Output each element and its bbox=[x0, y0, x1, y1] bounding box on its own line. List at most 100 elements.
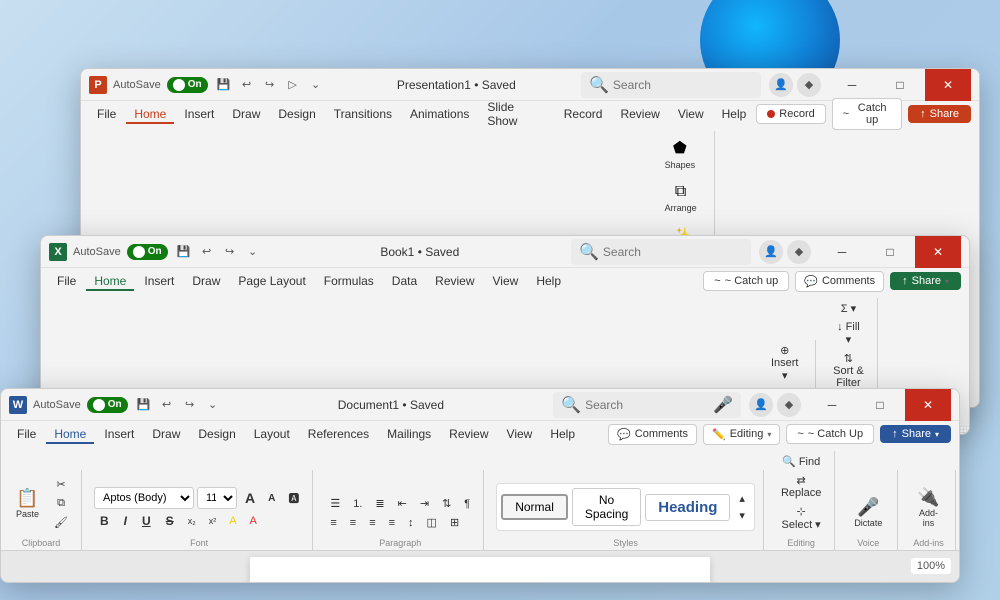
word-cut-btn[interactable]: ✂ bbox=[49, 476, 73, 493]
excel-menu-pagelayout[interactable]: Page Layout bbox=[230, 271, 313, 291]
word-menu-help[interactable]: Help bbox=[542, 424, 583, 444]
word-fontsize-select[interactable]: 11 bbox=[197, 487, 237, 509]
word-menu-draw[interactable]: Draw bbox=[144, 424, 188, 444]
word-menu-references[interactable]: References bbox=[300, 424, 377, 444]
word-menu-insert[interactable]: Insert bbox=[96, 424, 142, 444]
word-justify-btn[interactable]: ≡ bbox=[384, 515, 400, 531]
word-editing-btn[interactable]: ✏️ Editing ▾ bbox=[703, 424, 780, 445]
word-right-align-btn[interactable]: ≡ bbox=[364, 515, 380, 531]
word-style-nospacing[interactable]: No Spacing bbox=[572, 488, 641, 526]
ppt-menu-view[interactable]: View bbox=[670, 104, 712, 124]
excel-search-bar[interactable]: 🔍 bbox=[571, 239, 751, 265]
ppt-menu-transitions[interactable]: Transitions bbox=[326, 104, 400, 124]
excel-menu-home[interactable]: Home bbox=[86, 271, 134, 291]
excel-share-btn[interactable]: ↑ Share ▾ bbox=[890, 272, 961, 290]
word-decrease-indent-btn[interactable]: ⇤ bbox=[393, 495, 412, 512]
word-italic-btn[interactable]: I bbox=[118, 511, 133, 531]
excel-sum-btn[interactable]: Σ ▾ bbox=[828, 300, 869, 317]
word-numbering-btn[interactable]: 1. bbox=[348, 496, 367, 512]
word-styles-down-btn[interactable]: ▾ bbox=[734, 507, 750, 524]
excel-menu-draw[interactable]: Draw bbox=[184, 271, 228, 291]
ppt-autosave-toggle[interactable]: On bbox=[167, 77, 208, 93]
word-replace-btn[interactable]: ⇄ Replace bbox=[776, 472, 826, 501]
word-undo-icon[interactable]: ↩ bbox=[157, 395, 177, 415]
ppt-menu-review[interactable]: Review bbox=[612, 104, 667, 124]
word-increase-font-btn[interactable]: A bbox=[240, 488, 260, 508]
word-line-spacing-btn[interactable]: ↕ bbox=[403, 515, 419, 531]
word-bold-btn[interactable]: B bbox=[94, 511, 115, 531]
ppt-menu-insert[interactable]: Insert bbox=[176, 104, 222, 124]
word-minimize-btn[interactable]: ─ bbox=[809, 389, 855, 421]
word-copy-btn[interactable]: ⧉ bbox=[49, 495, 73, 512]
word-strikethrough-btn[interactable]: S bbox=[160, 511, 180, 531]
excel-more-icon[interactable]: ⌄ bbox=[243, 242, 263, 262]
word-show-para-btn[interactable]: ¶ bbox=[459, 496, 475, 512]
excel-minimize-btn[interactable]: ─ bbox=[819, 236, 865, 268]
excel-menu-insert[interactable]: Insert bbox=[136, 271, 182, 291]
word-subscript-btn[interactable]: x₂ bbox=[183, 514, 201, 528]
word-save-icon[interactable]: 💾 bbox=[134, 395, 154, 415]
word-menu-view[interactable]: View bbox=[499, 424, 541, 444]
word-addins-btn[interactable]: 🔌 Add-ins bbox=[910, 483, 946, 533]
ppt-menu-slideshow[interactable]: Slide Show bbox=[479, 97, 553, 131]
word-style-heading[interactable]: Heading bbox=[645, 494, 730, 521]
excel-menu-view[interactable]: View bbox=[485, 271, 527, 291]
ppt-menu-file[interactable]: File bbox=[89, 104, 124, 124]
word-search-input[interactable] bbox=[585, 398, 705, 412]
ppt-minimize-btn[interactable]: ─ bbox=[829, 69, 875, 101]
word-menu-layout[interactable]: Layout bbox=[246, 424, 298, 444]
word-styles-up-btn[interactable]: ▴ bbox=[734, 490, 750, 507]
ppt-menu-design[interactable]: Design bbox=[270, 104, 323, 124]
word-paste-btn[interactable]: 📋 Paste bbox=[9, 484, 46, 524]
word-menu-mailings[interactable]: Mailings bbox=[379, 424, 439, 444]
word-clear-format-btn[interactable]: 🅰 bbox=[283, 488, 304, 508]
excel-menu-formulas[interactable]: Formulas bbox=[316, 271, 382, 291]
word-close-btn[interactable]: ✕ bbox=[905, 389, 951, 421]
word-center-align-btn[interactable]: ≡ bbox=[345, 515, 361, 531]
excel-menu-file[interactable]: File bbox=[49, 271, 84, 291]
word-multilevel-list-btn[interactable]: ≣ bbox=[370, 495, 389, 512]
excel-menu-review[interactable]: Review bbox=[427, 271, 482, 291]
ppt-record-btn[interactable]: Record bbox=[756, 104, 825, 124]
excel-fill-btn[interactable]: ↓ Fill ▾ bbox=[828, 319, 869, 348]
excel-redo-icon[interactable]: ↪ bbox=[220, 242, 240, 262]
ppt-shapes-btn[interactable]: ⬟ Shapes bbox=[658, 133, 703, 175]
word-catchup-btn[interactable]: ~ ~ Catch Up bbox=[786, 424, 874, 444]
ppt-save-icon[interactable]: 💾 bbox=[214, 75, 234, 95]
excel-comments-btn[interactable]: 💬 Comments bbox=[795, 271, 884, 292]
word-decrease-font-btn[interactable]: A bbox=[263, 491, 280, 506]
word-increase-indent-btn[interactable]: ⇥ bbox=[415, 495, 434, 512]
word-mic-icon[interactable]: 🎤 bbox=[713, 395, 733, 415]
ppt-present-icon[interactable]: ▷ bbox=[283, 75, 303, 95]
word-autosave-toggle[interactable]: On bbox=[87, 397, 128, 413]
ppt-search-bar[interactable]: 🔍 bbox=[581, 72, 761, 98]
word-search-bar[interactable]: 🔍 🎤 bbox=[553, 392, 741, 418]
excel-close-btn[interactable]: ✕ bbox=[915, 236, 961, 268]
word-border-btn[interactable]: ⊞ bbox=[445, 514, 464, 531]
ppt-menu-home[interactable]: Home bbox=[126, 104, 174, 124]
ppt-search-input[interactable] bbox=[613, 78, 733, 92]
word-bullets-btn[interactable]: ☰ bbox=[325, 495, 345, 512]
excel-save-icon[interactable]: 💾 bbox=[174, 242, 194, 262]
word-left-align-btn[interactable]: ≡ bbox=[325, 515, 341, 531]
excel-menu-help[interactable]: Help bbox=[528, 271, 569, 291]
word-font-color-btn[interactable]: A bbox=[245, 513, 262, 529]
word-format-painter-btn[interactable]: 🖌 bbox=[49, 514, 73, 531]
ppt-arrange-btn[interactable]: ⧉ Arrange bbox=[658, 178, 704, 218]
word-underline-btn[interactable]: U bbox=[136, 511, 157, 531]
word-style-normal[interactable]: Normal bbox=[501, 494, 568, 520]
excel-undo-icon[interactable]: ↩ bbox=[197, 242, 217, 262]
word-select-btn[interactable]: ⊹ Select ▾ bbox=[776, 503, 826, 533]
word-maximize-btn[interactable]: □ bbox=[857, 389, 903, 421]
ppt-menu-draw[interactable]: Draw bbox=[224, 104, 268, 124]
word-menu-file[interactable]: File bbox=[9, 424, 44, 444]
ppt-share-btn[interactable]: ↑ Share bbox=[908, 105, 971, 123]
ppt-menu-record[interactable]: Record bbox=[556, 104, 611, 124]
ppt-menu-help[interactable]: Help bbox=[714, 104, 755, 124]
ppt-redo-icon[interactable]: ↪ bbox=[260, 75, 280, 95]
word-sort-btn[interactable]: ⇅ bbox=[437, 495, 456, 512]
word-menu-home[interactable]: Home bbox=[46, 424, 94, 444]
word-menu-review[interactable]: Review bbox=[441, 424, 496, 444]
ppt-maximize-btn[interactable]: □ bbox=[877, 69, 923, 101]
word-more-icon[interactable]: ⌄ bbox=[203, 395, 223, 415]
